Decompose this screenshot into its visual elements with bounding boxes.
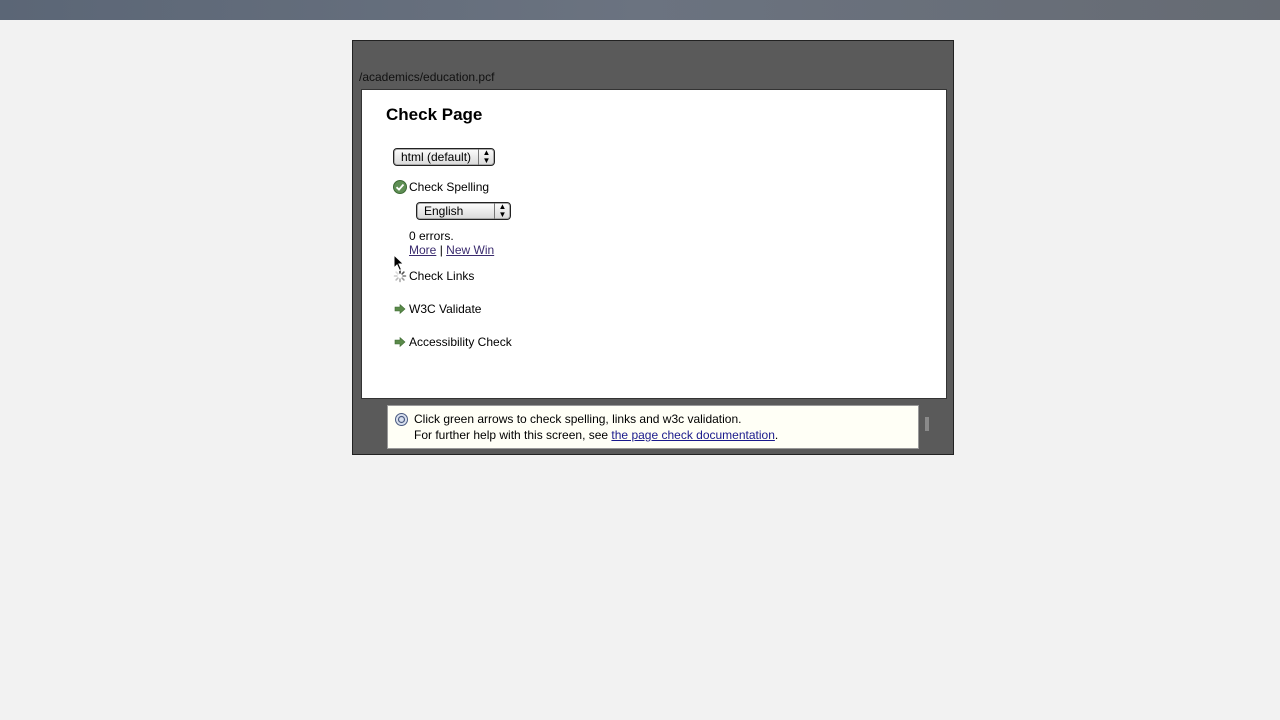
spelling-links: More | New Win [409,243,494,257]
spelling-result: 0 errors. [409,229,454,243]
check-page-modal: /academics/education.pcf Check Page html… [352,40,954,455]
file-path-label: /academics/education.pcf [359,70,495,84]
help-box: Click green arrows to check spelling, li… [387,405,919,449]
link-separator: | [439,243,443,257]
more-link[interactable]: More [409,243,436,257]
format-select[interactable]: html (default) ▲ ▼ [393,148,495,166]
help-text-line1: Click green arrows to check spelling, li… [414,412,742,426]
new-win-link[interactable]: New Win [446,243,494,257]
help-info-icon [395,413,408,426]
accessibility-check-label: Accessibility Check [409,335,512,349]
mouse-pointer-icon [393,254,405,272]
check-page-panel: Check Page html (default) ▲ ▼ Check Spell… [361,89,947,399]
scrollbar-handle[interactable] [925,417,929,431]
browser-top-bar [0,0,1280,20]
help-text-suffix: . [774,428,779,442]
page-title: Check Page [386,105,483,124]
select-arrows-icon: ▲ ▼ [494,203,510,219]
green-arrow-icon[interactable] [393,302,407,316]
check-links-label: Check Links [409,269,475,283]
help-text-prefix: For further help with this screen, see [414,428,612,442]
check-spelling-label: Check Spelling [409,180,490,194]
select-arrows-icon: ▲ ▼ [478,149,494,165]
format-select-value: html (default) [401,150,472,164]
language-select[interactable]: English ▲ ▼ [416,202,511,220]
w3c-validate-label: W3C Validate [409,302,482,316]
language-select-value: English [424,204,464,218]
page-check-documentation-link[interactable]: the page check documentation [611,428,774,442]
checkmark-icon [393,180,407,194]
green-arrow-icon[interactable] [393,335,407,349]
help-text-line2: For further help with this screen, see t… [414,428,778,442]
